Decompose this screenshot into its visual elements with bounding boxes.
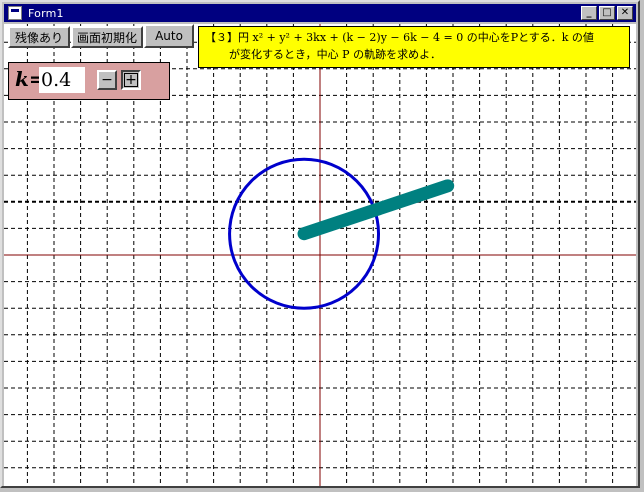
- parameter-name: k: [15, 67, 29, 91]
- app-icon[interactable]: [8, 6, 22, 20]
- problem-line-2: が変化するとき，中心 P の軌跡を求めよ．: [229, 48, 442, 61]
- problem-statement: 【３】円 x² + y² + 3kx + (k − 2)y − 6k − 4 =…: [198, 26, 630, 68]
- problem-line-1: 【３】円 x² + y² + 3kx + (k − 2)y − 6k − 4 =…: [205, 31, 594, 44]
- parameter-panel: k= 0.4 − +: [8, 62, 170, 100]
- minimize-button[interactable]: _: [581, 6, 597, 20]
- parameter-value-field[interactable]: 0.4: [39, 67, 85, 93]
- auto-button[interactable]: Auto: [144, 24, 194, 48]
- window-controls: _ □ ✕: [581, 6, 633, 20]
- decrement-button[interactable]: −: [97, 70, 117, 90]
- title-bar[interactable]: Form1 _ □ ✕: [4, 4, 636, 22]
- window-title: Form1: [28, 6, 64, 20]
- form-window: Form1 _ □ ✕ 残像あり 画面初期化 Auto 【３】円 x² + y²…: [0, 0, 640, 488]
- reset-screen-button[interactable]: 画面初期化: [71, 26, 143, 48]
- afterimage-button[interactable]: 残像あり: [8, 26, 70, 48]
- maximize-button[interactable]: □: [599, 6, 615, 20]
- increment-button[interactable]: +: [121, 70, 141, 90]
- close-button[interactable]: ✕: [617, 6, 633, 20]
- graph-area[interactable]: 残像あり 画面初期化 Auto 【３】円 x² + y² + 3kx + (k …: [4, 24, 636, 486]
